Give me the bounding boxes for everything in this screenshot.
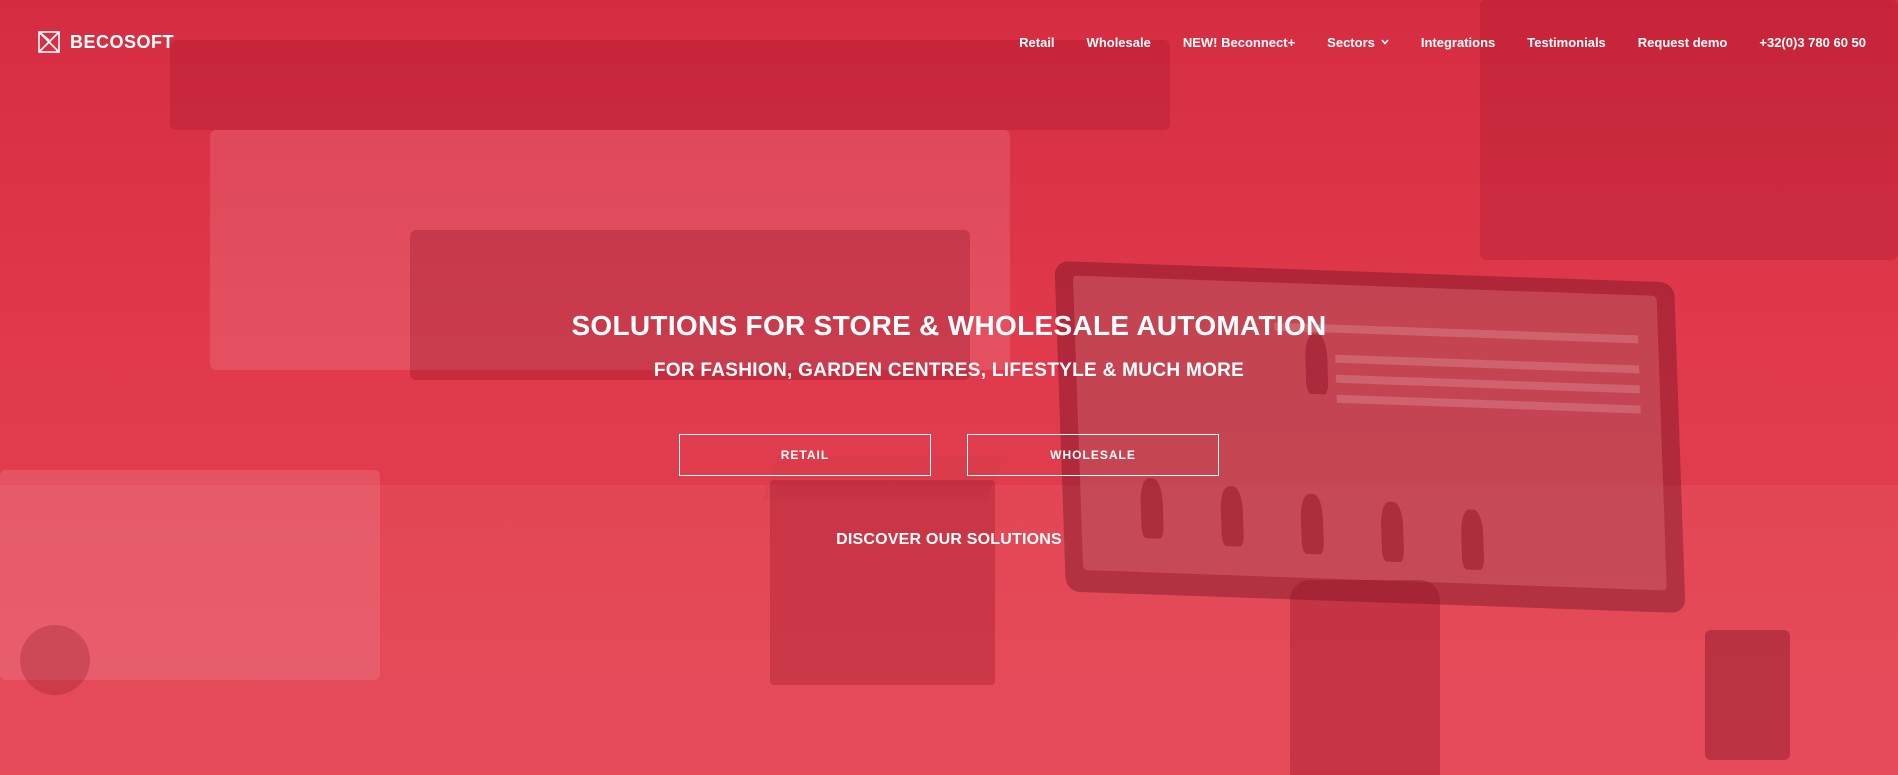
wholesale-button[interactable]: WHOLESALE	[967, 434, 1219, 476]
nav-item-sectors[interactable]: Sectors	[1327, 35, 1389, 50]
discover-solutions-link[interactable]: DISCOVER OUR SOLUTIONS	[836, 531, 1062, 549]
nav-item-wholesale[interactable]: Wholesale	[1087, 35, 1151, 50]
nav-item-testimonials[interactable]: Testimonials	[1527, 35, 1606, 50]
chevron-down-icon	[1381, 39, 1389, 45]
main-menu: Retail Wholesale NEW! Beconnect+ Sectors…	[1019, 35, 1866, 50]
hero-section: BECOSOFT Retail Wholesale NEW! Beconnect…	[0, 0, 1898, 775]
hero-subtitle: FOR FASHION, GARDEN CENTRES, LIFESTYLE &…	[653, 360, 1245, 381]
nav-item-sectors-label: Sectors	[1327, 34, 1375, 50]
hero-title: SOLUTIONS FOR STORE & WHOLESALE AUTOMATI…	[571, 310, 1327, 341]
hero-content: SOLUTIONS FOR STORE & WHOLESALE AUTOMATI…	[0, 310, 1898, 549]
background-device	[1705, 630, 1790, 760]
background-tablet-stand	[1290, 580, 1440, 775]
nav-item-beconnect[interactable]: NEW! Beconnect+	[1183, 35, 1295, 50]
retail-button[interactable]: RETAIL	[679, 434, 931, 476]
envelope-cross-logo-icon	[38, 31, 60, 53]
nav-item-retail[interactable]: Retail	[1019, 35, 1054, 50]
nav-item-phone[interactable]: +32(0)3 780 60 50	[1759, 35, 1866, 50]
nav-item-integrations[interactable]: Integrations	[1421, 35, 1495, 50]
brand-name: BECOSOFT	[70, 31, 175, 52]
nav-item-request-demo[interactable]: Request demo	[1638, 35, 1728, 50]
top-navigation: BECOSOFT Retail Wholesale NEW! Beconnect…	[0, 0, 1898, 84]
logo[interactable]: BECOSOFT	[38, 31, 174, 53]
hero-buttons: RETAIL WHOLESALE	[679, 434, 1219, 476]
